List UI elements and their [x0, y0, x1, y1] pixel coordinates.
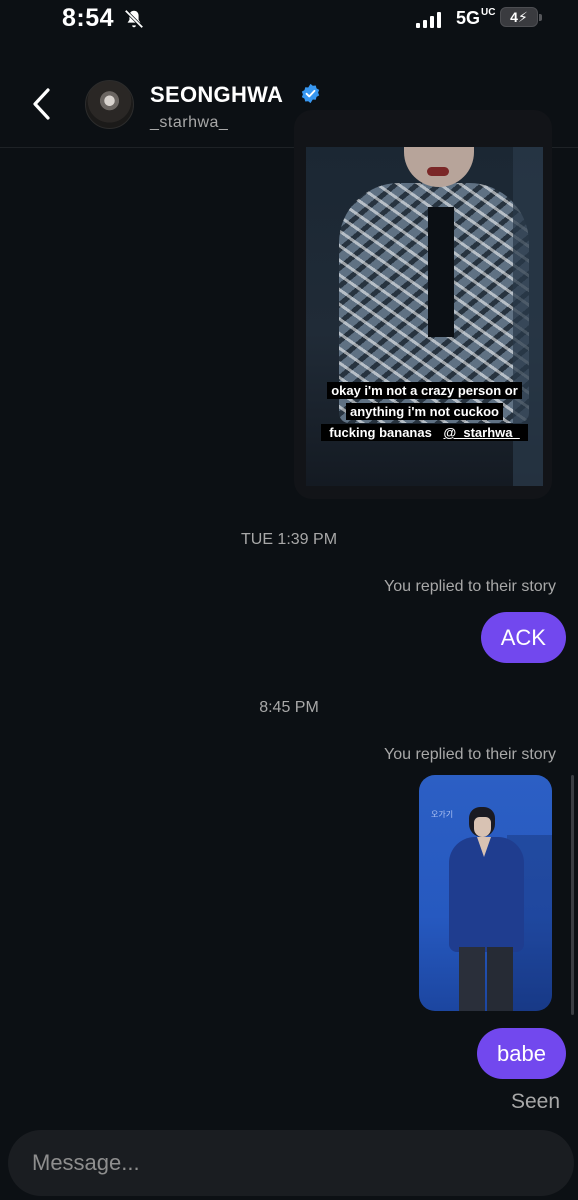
back-chevron-icon[interactable] — [28, 84, 56, 124]
verified-badge-icon — [301, 83, 320, 104]
message-composer[interactable] — [8, 1130, 574, 1196]
avatar[interactable] — [85, 80, 134, 129]
replied-to-story-note: You replied to their story — [384, 746, 556, 763]
replied-story-thumbnail[interactable]: 오가기 — [419, 775, 552, 1011]
caption-line-1: okay i'm not a crazy person or — [327, 382, 522, 399]
profile-handle: _starhwa_ — [150, 114, 229, 131]
story-thumb-sweater — [449, 837, 524, 952]
status-time: 8:54 — [62, 4, 115, 32]
cellular-signal-icon — [416, 12, 441, 28]
bell-muted-icon — [124, 9, 144, 29]
story-photo-shirt — [428, 207, 454, 337]
battery-nub — [539, 14, 542, 21]
caption-line-3-text: fucking bananas — [325, 424, 440, 441]
story-caption: okay i'm not a crazy person or anything … — [306, 380, 543, 443]
timestamp: 8:45 PM — [259, 699, 319, 716]
battery-icon: 4⚡ — [500, 7, 542, 27]
shared-story-card[interactable]: okay i'm not a crazy person or anything … — [294, 110, 552, 499]
sent-message-bubble[interactable]: ACK — [480, 612, 566, 663]
profile-username[interactable]: SEONGHWA — [150, 82, 283, 108]
network-sup: UC — [481, 7, 496, 18]
story-thumb-face — [474, 817, 491, 837]
battery-value: 4 — [510, 9, 518, 25]
network-indicator: 5GUC — [456, 8, 495, 29]
scrollbar[interactable] — [571, 775, 574, 1015]
status-bar: 8:54 5GUC 4⚡ — [0, 0, 578, 44]
story-thumb-wall-text: 오가기 — [431, 810, 454, 819]
timestamp: TUE 1:39 PM — [240, 531, 338, 548]
story-photo-lips — [427, 167, 449, 176]
replied-to-story-note: You replied to their story — [384, 578, 556, 595]
caption-line-3: fucking bananas @_starhwa_ — [321, 424, 528, 441]
network-type: 5G — [456, 8, 481, 28]
caption-mention[interactable]: @_starhwa_ — [439, 424, 524, 441]
seen-receipt: Seen — [510, 1090, 560, 1113]
battery-level: 4⚡ — [510, 9, 528, 25]
message-input[interactable] — [32, 1130, 532, 1196]
dm-thread-screen: 8:54 5GUC 4⚡ SEONGHWA _starhwa_ okay i'm… — [0, 0, 578, 1200]
story-thumb-jeans-right — [487, 947, 513, 1011]
story-thumb-jeans-left — [459, 947, 485, 1011]
sent-message-bubble[interactable]: babe — [477, 1028, 566, 1079]
caption-line-2: anything i'm not cuckoo — [346, 403, 503, 420]
